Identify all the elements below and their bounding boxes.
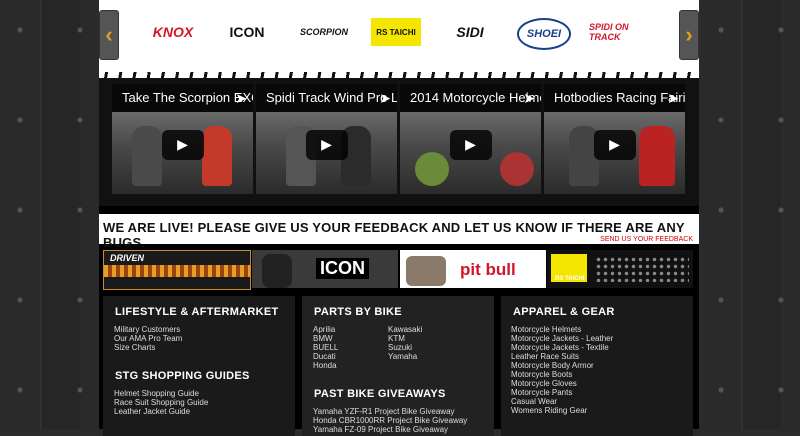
link-helmet-guide[interactable]: Helmet Shopping Guide <box>114 389 199 398</box>
link-jackets-textile[interactable]: Motorcycle Jackets - Textile <box>511 343 609 352</box>
heading-parts-by-bike: PARTS BY BIKE <box>314 306 402 318</box>
video-card[interactable]: Spidi Track Wind Pro Leather ➤ ▶ <box>256 84 397 194</box>
link-giveaway-fz09[interactable]: Yamaha FZ-09 Project Bike Giveaway <box>313 425 448 434</box>
chevron-left-icon: ‹ <box>105 22 113 47</box>
link-ktm[interactable]: KTM <box>388 334 405 343</box>
ad-rs-taichi[interactable]: RS TAICHI <box>547 250 693 288</box>
link-ama-pro-team[interactable]: Our AMA Pro Team <box>114 334 182 343</box>
link-gloves[interactable]: Motorcycle Gloves <box>511 379 577 388</box>
play-button[interactable]: ▶ <box>593 129 636 160</box>
feedback-link[interactable]: SEND US YOUR FEEDBACK <box>600 236 693 243</box>
brand-logo-rs-taichi[interactable]: RS TAICHI <box>371 18 421 46</box>
main-content: ‹ KNOX ICON SCORPION RS TAICHI SIDI SHOE… <box>99 0 699 436</box>
link-race-suit-guide[interactable]: Race Suit Shopping Guide <box>114 398 208 407</box>
link-aprilia[interactable]: Aprilia <box>313 325 335 334</box>
ad-rs-taichi-label: RS TAICHI <box>555 276 585 282</box>
link-helmets[interactable]: Motorcycle Helmets <box>511 325 581 334</box>
link-ducati[interactable]: Ducati <box>313 352 336 361</box>
link-boots[interactable]: Motorcycle Boots <box>511 370 572 379</box>
brand-logo-icon[interactable]: ICON <box>221 18 273 46</box>
brand-logo-knox[interactable]: KNOX <box>147 18 199 46</box>
link-honda[interactable]: Honda <box>313 361 337 370</box>
link-suzuki[interactable]: Suzuki <box>388 343 412 352</box>
video-title: Spidi Track Wind Pro Leather <box>256 84 397 112</box>
ad-driven-label: DRIVEN <box>110 253 145 263</box>
link-yamaha[interactable]: Yamaha <box>388 352 417 361</box>
link-race-suits[interactable]: Leather Race Suits <box>511 352 579 361</box>
link-giveaway-yzf-r1[interactable]: Yamaha YZF-R1 Project Bike Giveaway <box>313 407 455 416</box>
play-button[interactable]: ▶ <box>449 129 492 160</box>
share-icon[interactable]: ➤ <box>235 90 247 107</box>
play-button[interactable]: ▶ <box>305 129 348 160</box>
heading-past-giveaways: PAST BIKE GIVEAWAYS <box>314 388 446 400</box>
carousel-next-button[interactable]: › <box>679 10 699 60</box>
share-icon[interactable]: ➤ <box>667 90 679 107</box>
link-pants[interactable]: Motorcycle Pants <box>511 388 572 397</box>
column-parts: PARTS BY BIKE Aprilia BMW BUELL Ducati H… <box>302 296 494 436</box>
video-card[interactable]: Hotbodies Racing Fairings ➤ ▶ <box>544 84 685 194</box>
brand-logo-shoei[interactable]: SHOEI <box>517 18 571 50</box>
video-card[interactable]: 2014 Motorcycle Helmet Buyer ➤ ▶ <box>400 84 541 194</box>
feedback-banner-text: WE ARE LIVE! PLEASE GIVE US YOUR FEEDBAC… <box>103 220 685 250</box>
video-card[interactable]: Take The Scorpion EXO-R410 Gea ➤ ▶ <box>112 84 253 194</box>
brand-logo-sidi[interactable]: SIDI <box>441 18 499 46</box>
chevron-right-icon: › <box>685 22 693 47</box>
play-icon: ▶ <box>321 136 332 152</box>
play-icon: ▶ <box>177 136 188 152</box>
share-icon[interactable]: ➤ <box>379 90 391 107</box>
video-strip: Take The Scorpion EXO-R410 Gea ➤ ▶ Spidi… <box>99 78 699 206</box>
brand-logo-spidi[interactable]: SPIDI ON TRACK <box>589 18 647 46</box>
column-lifestyle: LIFESTYLE & AFTERMARKET Military Custome… <box>103 296 295 436</box>
feedback-banner[interactable]: WE ARE LIVE! PLEASE GIVE US YOUR FEEDBAC… <box>99 214 699 250</box>
link-womens-gear[interactable]: Womens Riding Gear <box>511 406 587 415</box>
ad-pitbull[interactable]: pit bull <box>400 250 546 288</box>
brand-carousel: ‹ KNOX ICON SCORPION RS TAICHI SIDI SHOE… <box>99 0 699 84</box>
link-casual-wear[interactable]: Casual Wear <box>511 397 557 406</box>
play-icon: ▶ <box>609 136 620 152</box>
background-left <box>0 0 99 429</box>
ad-pitbull-label: pit bull <box>460 260 516 279</box>
link-kawasaki[interactable]: Kawasaki <box>388 325 422 334</box>
video-title: Hotbodies Racing Fairings <box>544 84 685 112</box>
video-title: 2014 Motorcycle Helmet Buyer <box>400 84 541 112</box>
link-body-armor[interactable]: Motorcycle Body Armor <box>511 361 594 370</box>
ad-driven[interactable]: DRIVEN <box>103 250 251 290</box>
play-button[interactable]: ▶ <box>161 129 204 160</box>
heading-shopping-guides: STG SHOPPING GUIDES <box>115 370 250 382</box>
link-military-customers[interactable]: Military Customers <box>114 325 180 334</box>
heading-apparel-gear: APPAREL & GEAR <box>513 306 615 318</box>
background-right <box>701 0 800 429</box>
ad-icon[interactable]: ICON <box>252 250 398 288</box>
link-giveaway-cbr1000rr[interactable]: Honda CBR1000RR Project Bike Giveaway <box>313 416 467 425</box>
column-apparel: APPAREL & GEAR Motorcycle Helmets Motorc… <box>501 296 693 436</box>
link-buell[interactable]: BUELL <box>313 343 338 352</box>
play-icon: ▶ <box>465 136 476 152</box>
link-bmw[interactable]: BMW <box>313 334 333 343</box>
heading-lifestyle: LIFESTYLE & AFTERMARKET <box>115 306 279 318</box>
carousel-prev-button[interactable]: ‹ <box>99 10 119 60</box>
link-jackets-leather[interactable]: Motorcycle Jackets - Leather <box>511 334 613 343</box>
link-size-charts[interactable]: Size Charts <box>114 343 155 352</box>
video-title: Take The Scorpion EXO-R410 Gea <box>112 84 253 112</box>
share-icon[interactable]: ➤ <box>523 90 535 107</box>
brand-logo-scorpion[interactable]: SCORPION <box>295 18 353 46</box>
link-leather-jacket-guide[interactable]: Leather Jacket Guide <box>114 407 190 416</box>
ad-icon-label: ICON <box>316 258 369 279</box>
